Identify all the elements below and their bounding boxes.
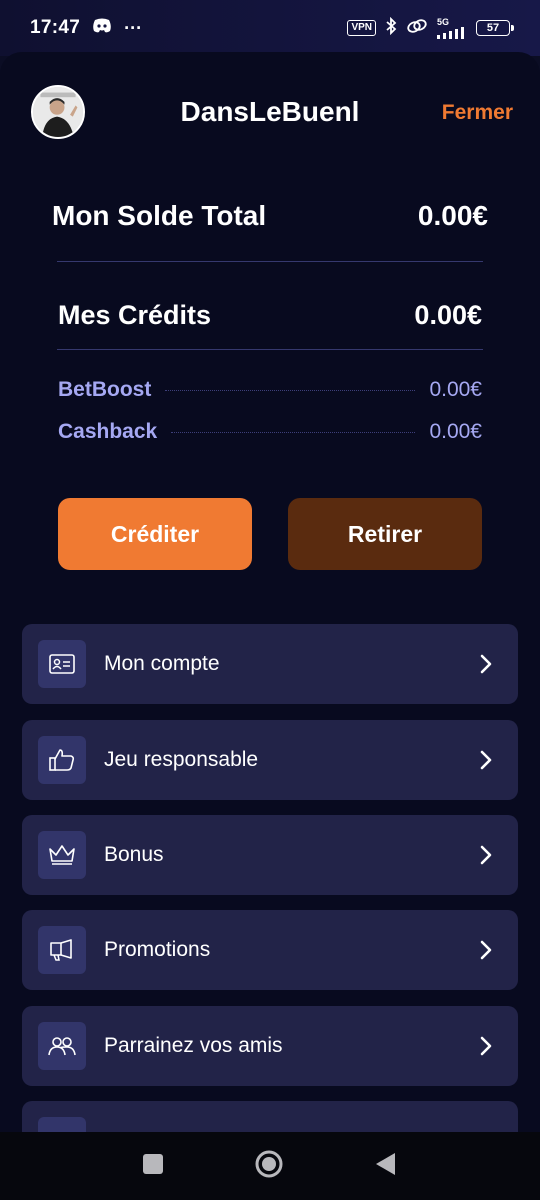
link-icon	[406, 18, 428, 39]
dotted-leader	[171, 431, 416, 433]
recent-apps-button[interactable]	[142, 1153, 164, 1180]
betboost-value: 0.00€	[429, 378, 482, 401]
discord-icon	[92, 18, 112, 39]
credit-button[interactable]: Créditer	[58, 498, 252, 570]
more-notifications-icon: ···	[124, 17, 143, 38]
account-header: DansLeBuenl Fermer	[0, 82, 540, 144]
users-icon	[38, 1022, 86, 1070]
back-button[interactable]	[374, 1151, 398, 1182]
menu-item-promotions[interactable]: Promotions	[22, 910, 518, 990]
credits-row: Mes Crédits 0.00€	[58, 300, 482, 331]
home-button[interactable]	[254, 1149, 284, 1184]
divider	[57, 349, 483, 350]
id-card-icon	[38, 640, 86, 688]
menu-item-label: Promotions	[104, 938, 211, 961]
total-balance-value: 0.00€	[417, 200, 488, 231]
chevron-right-icon	[480, 940, 492, 960]
menu-item-bonus[interactable]: Bonus	[22, 815, 518, 895]
battery-indicator: 57	[476, 20, 514, 36]
menu-item-mon-compte[interactable]: Mon compte	[22, 624, 518, 704]
cashback-label: Cashback	[58, 420, 158, 443]
chevron-right-icon	[480, 1036, 492, 1056]
close-button[interactable]: Fermer	[442, 101, 513, 125]
system-navigation-bar	[0, 1132, 540, 1200]
status-bar: 17:47 ··· VPN 5G 57	[0, 0, 540, 56]
status-left: 17:47 ···	[30, 17, 142, 39]
credits-value: 0.00€	[414, 300, 482, 330]
dotted-leader	[165, 389, 416, 391]
credits-label: Mes Crédits	[58, 300, 212, 330]
cashback-row: Cashback 0.00€	[58, 420, 482, 444]
thumbs-up-icon	[38, 736, 86, 784]
signal-icon: 5G	[437, 16, 467, 39]
menu-item-jeu-responsable[interactable]: Jeu responsable	[22, 720, 518, 800]
vpn-badge: VPN	[347, 20, 376, 36]
divider	[57, 261, 483, 262]
cashback-value: 0.00€	[429, 420, 482, 443]
betboost-row: BetBoost 0.00€	[58, 378, 482, 402]
total-balance-label: Mon Solde Total	[52, 200, 267, 231]
menu-item-label: Parrainez vos amis	[104, 1034, 283, 1057]
crown-icon	[38, 831, 86, 879]
total-balance-row: Mon Solde Total 0.00€	[52, 200, 488, 232]
bluetooth-icon	[385, 16, 397, 40]
status-right: VPN 5G 57	[347, 16, 514, 40]
account-sheet: DansLeBuenl Fermer Mon Solde Total 0.00€…	[0, 52, 540, 1142]
menu-item-label: Mon compte	[104, 652, 220, 675]
withdraw-button[interactable]: Retirer	[288, 498, 482, 570]
chevron-right-icon	[480, 654, 492, 674]
megaphone-icon	[38, 926, 86, 974]
network-type: 5G	[437, 16, 450, 27]
menu-item-label: Bonus	[104, 843, 164, 866]
status-time: 17:47	[30, 17, 81, 38]
chevron-right-icon	[480, 750, 492, 770]
menu-item-parrainez-vos-amis[interactable]: Parrainez vos amis	[22, 1006, 518, 1086]
menu-item-label: Jeu responsable	[104, 748, 259, 771]
betboost-label: BetBoost	[58, 378, 152, 401]
chevron-right-icon	[480, 845, 492, 865]
